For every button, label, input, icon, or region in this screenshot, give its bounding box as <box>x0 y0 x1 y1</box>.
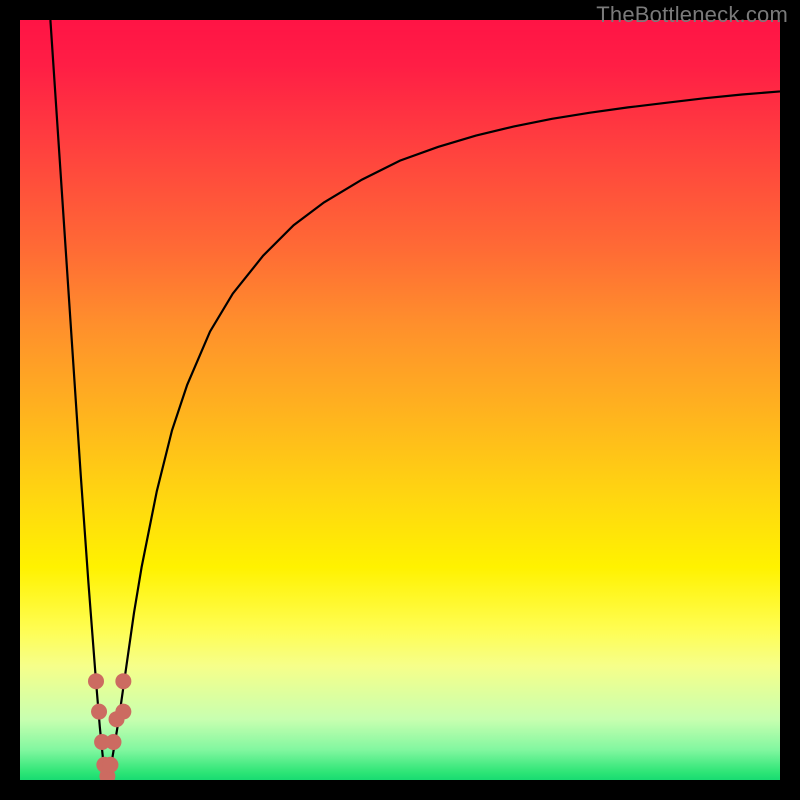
watermark-text: TheBottleneck.com <box>596 2 788 28</box>
data-marker <box>105 734 121 750</box>
chart-frame: TheBottleneck.com <box>0 0 800 800</box>
data-markers <box>88 673 131 780</box>
data-marker <box>115 673 131 689</box>
data-marker <box>115 704 131 720</box>
curve-svg <box>20 20 780 780</box>
data-marker <box>102 757 118 773</box>
bottleneck-curve <box>50 20 780 776</box>
data-marker <box>91 704 107 720</box>
data-marker <box>88 673 104 689</box>
plot-area <box>20 20 780 780</box>
